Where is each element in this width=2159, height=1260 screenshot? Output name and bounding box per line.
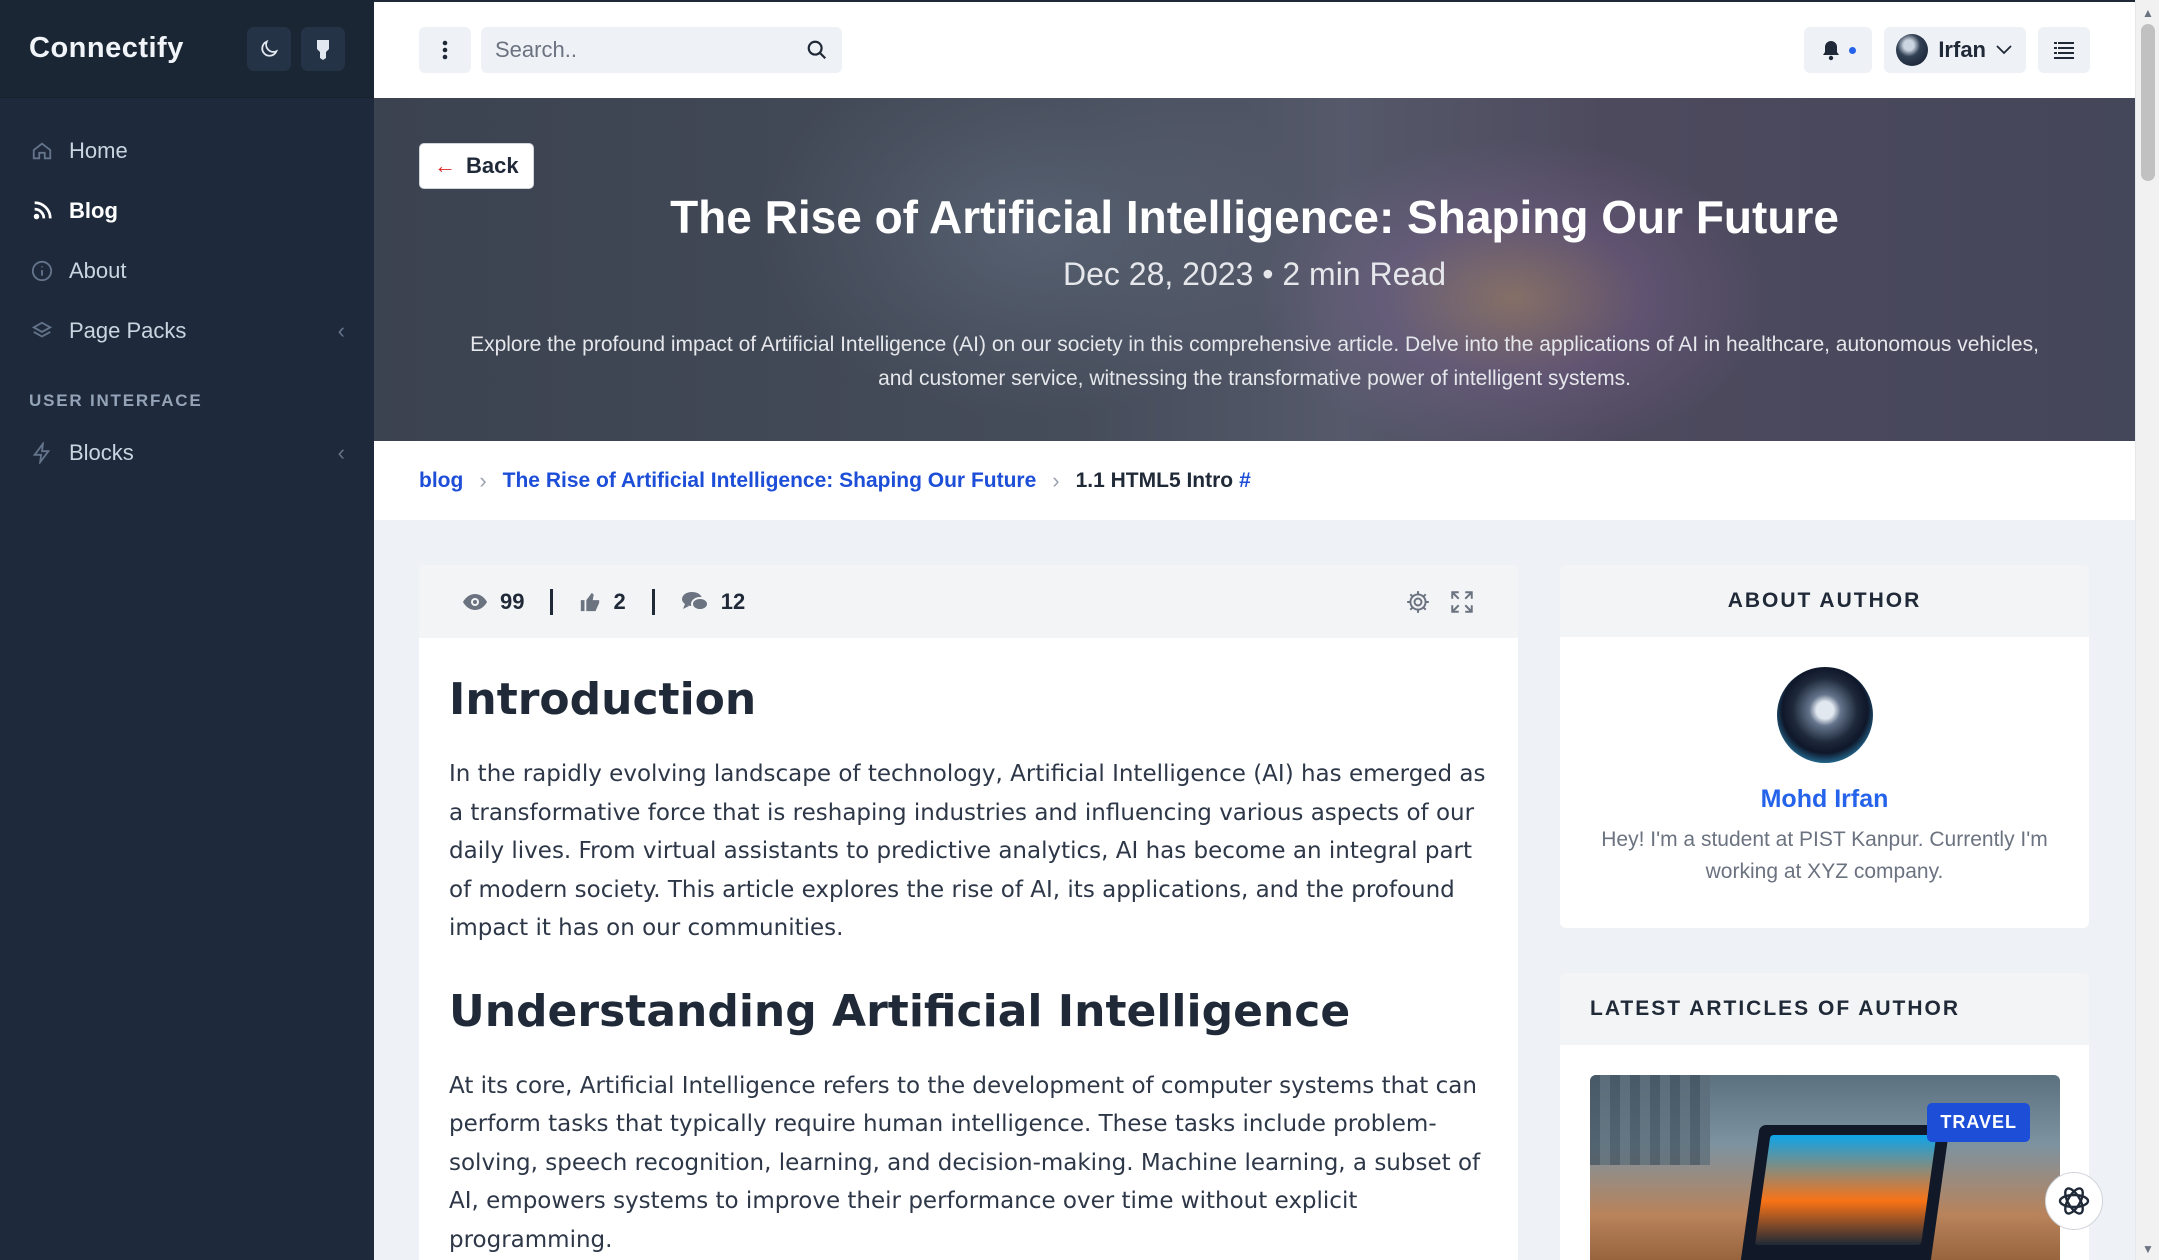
sidebar-item-label: Blocks bbox=[69, 440, 134, 465]
sidebar-item-page-packs[interactable]: Page Packs ‹ bbox=[0, 301, 374, 361]
paragraph-introduction: In the rapidly evolving landscape of tec… bbox=[449, 761, 1486, 941]
chevron-left-icon: ‹ bbox=[337, 440, 345, 465]
blog-icon bbox=[29, 198, 55, 224]
sidebar-item-blog[interactable]: Blog bbox=[0, 181, 374, 241]
chevron-left-icon: ‹ bbox=[337, 318, 345, 343]
home-icon bbox=[29, 138, 55, 164]
chevron-right-icon: › bbox=[479, 467, 487, 493]
bolt-icon bbox=[29, 440, 55, 466]
card-heading: LATEST ARTICLES OF AUTHOR bbox=[1560, 973, 2089, 1045]
dark-mode-toggle[interactable] bbox=[247, 26, 291, 71]
scroll-down-icon[interactable]: ▼ bbox=[2142, 1242, 2154, 1256]
views-count: 99 bbox=[500, 588, 525, 614]
page-title: The Rise of Artificial Intelligence: Sha… bbox=[670, 191, 1839, 243]
topbar-right: Irfan bbox=[1804, 27, 2090, 73]
author-name-link[interactable]: Mohd Irfan bbox=[1560, 785, 2089, 814]
author-bio: Hey! I'm a student at PIST Kanpur. Curre… bbox=[1601, 828, 2048, 883]
arrow-left-icon: ← bbox=[434, 153, 456, 178]
article-stats-bar: 99 2 12 bbox=[419, 565, 1518, 638]
paragraph-understanding-ai: At its core, Artificial Intelligence ref… bbox=[449, 1072, 1481, 1253]
notifications-button[interactable] bbox=[1804, 27, 1873, 73]
thumbs-up-icon bbox=[581, 592, 600, 611]
section-heading-introduction: Introduction bbox=[449, 674, 757, 725]
assistant-logo-icon bbox=[2058, 1187, 2090, 1215]
moon-icon bbox=[261, 39, 279, 57]
article-thumbnail[interactable]: TRAVEL bbox=[1590, 1075, 2060, 1260]
notification-dot bbox=[1848, 46, 1856, 54]
avatar bbox=[1896, 34, 1929, 66]
sidebar-item-label: Page Packs bbox=[69, 318, 187, 343]
sidebar-item-about[interactable]: About bbox=[0, 241, 374, 301]
anchor-link[interactable]: # bbox=[1239, 469, 1251, 493]
search-icon[interactable] bbox=[806, 39, 828, 61]
breadcrumb-blog-link[interactable]: blog bbox=[419, 469, 463, 493]
search-box bbox=[481, 27, 842, 73]
user-menu-button[interactable]: Irfan bbox=[1884, 27, 2026, 73]
back-label: Back bbox=[466, 153, 519, 178]
scrollbar-thumb[interactable] bbox=[2141, 24, 2155, 181]
pin-icon bbox=[317, 39, 329, 60]
sidebar-item-blocks[interactable]: Blocks ‹ bbox=[0, 423, 374, 483]
topbar: Irfan bbox=[374, 2, 2135, 98]
menu-lines-icon bbox=[2054, 42, 2074, 59]
sidebar-item-label: Blog bbox=[69, 198, 118, 223]
likes-count: 2 bbox=[613, 588, 626, 614]
eye-icon bbox=[463, 593, 487, 610]
bell-icon bbox=[1822, 41, 1839, 61]
views-stat: 99 bbox=[462, 589, 524, 615]
breadcrumb: blog › The Rise of Artificial Intelligen… bbox=[374, 441, 2135, 520]
sidebar-item-label: About bbox=[69, 258, 127, 283]
breadcrumb-article-link[interactable]: The Rise of Artificial Intelligence: Sha… bbox=[503, 469, 1037, 493]
scroll-up-icon[interactable]: ▲ bbox=[2142, 6, 2154, 20]
article-body: Introduction In the rapidly evolving lan… bbox=[419, 638, 1518, 1259]
comments-stat[interactable]: 12 bbox=[681, 589, 745, 615]
page-scrollbar[interactable]: ▲ ▼ bbox=[2135, 0, 2159, 1260]
divider bbox=[651, 588, 655, 615]
search-input[interactable] bbox=[495, 37, 806, 63]
article-tools bbox=[1405, 589, 1475, 615]
article-description: Explore the profound impact of Artificia… bbox=[470, 333, 2039, 390]
more-menu-button[interactable] bbox=[419, 27, 471, 73]
gear-icon[interactable] bbox=[1405, 589, 1431, 615]
sidebar-section-title: USER INTERFACE bbox=[29, 391, 203, 410]
likes-stat[interactable]: 2 bbox=[579, 588, 626, 615]
info-icon bbox=[29, 258, 55, 284]
layers-icon bbox=[29, 318, 55, 344]
article-hero: ← Back The Rise of Artificial Intelligen… bbox=[374, 98, 2135, 441]
comments-count: 12 bbox=[720, 588, 746, 614]
divider bbox=[550, 588, 554, 615]
sidebar: Connectify Home Blog About Page Packs ‹ … bbox=[0, 0, 374, 1260]
chevron-right-icon: › bbox=[1052, 467, 1060, 493]
back-button[interactable]: ← Back bbox=[419, 143, 534, 189]
author-avatar bbox=[1776, 667, 1873, 763]
settings-menu-button[interactable] bbox=[2038, 27, 2090, 73]
category-badge[interactable]: TRAVEL bbox=[1927, 1103, 2030, 1142]
article-meta: Dec 28, 2023 • 2 min Read bbox=[1063, 256, 1446, 292]
laptop-image bbox=[1740, 1125, 1950, 1260]
user-name: Irfan bbox=[1938, 37, 1986, 62]
vertical-dots-icon bbox=[442, 40, 448, 60]
sidebar-item-home[interactable]: Home bbox=[0, 121, 374, 181]
thumbnail-background bbox=[1590, 1075, 1710, 1165]
brand-logo[interactable]: Connectify bbox=[29, 32, 237, 65]
about-author-card: ABOUT AUTHOR Mohd Irfan Hey! I'm a stude… bbox=[1560, 565, 2089, 928]
comments-icon bbox=[681, 591, 709, 611]
sidebar-brand: Connectify bbox=[0, 0, 374, 98]
sidebar-nav: Home Blog About Page Packs ‹ USER INTERF… bbox=[0, 98, 374, 483]
latest-articles-card: LATEST ARTICLES OF AUTHOR TRAVEL bbox=[1560, 973, 2089, 1260]
pin-sidebar-button[interactable] bbox=[301, 26, 345, 71]
breadcrumb-current: 1.1 HTML5 Intro bbox=[1075, 468, 1234, 492]
article-card: 99 2 12 Introduction In the rapidly evol… bbox=[419, 565, 1518, 1260]
section-heading-understanding-ai: Understanding Artificial Intelligence bbox=[449, 985, 1351, 1037]
chevron-down-icon bbox=[1996, 45, 2012, 55]
sidebar-item-label: Home bbox=[69, 138, 128, 163]
fullscreen-icon[interactable] bbox=[1449, 589, 1475, 615]
assistant-chat-button[interactable] bbox=[2045, 1172, 2103, 1230]
card-heading: ABOUT AUTHOR bbox=[1560, 565, 2089, 637]
